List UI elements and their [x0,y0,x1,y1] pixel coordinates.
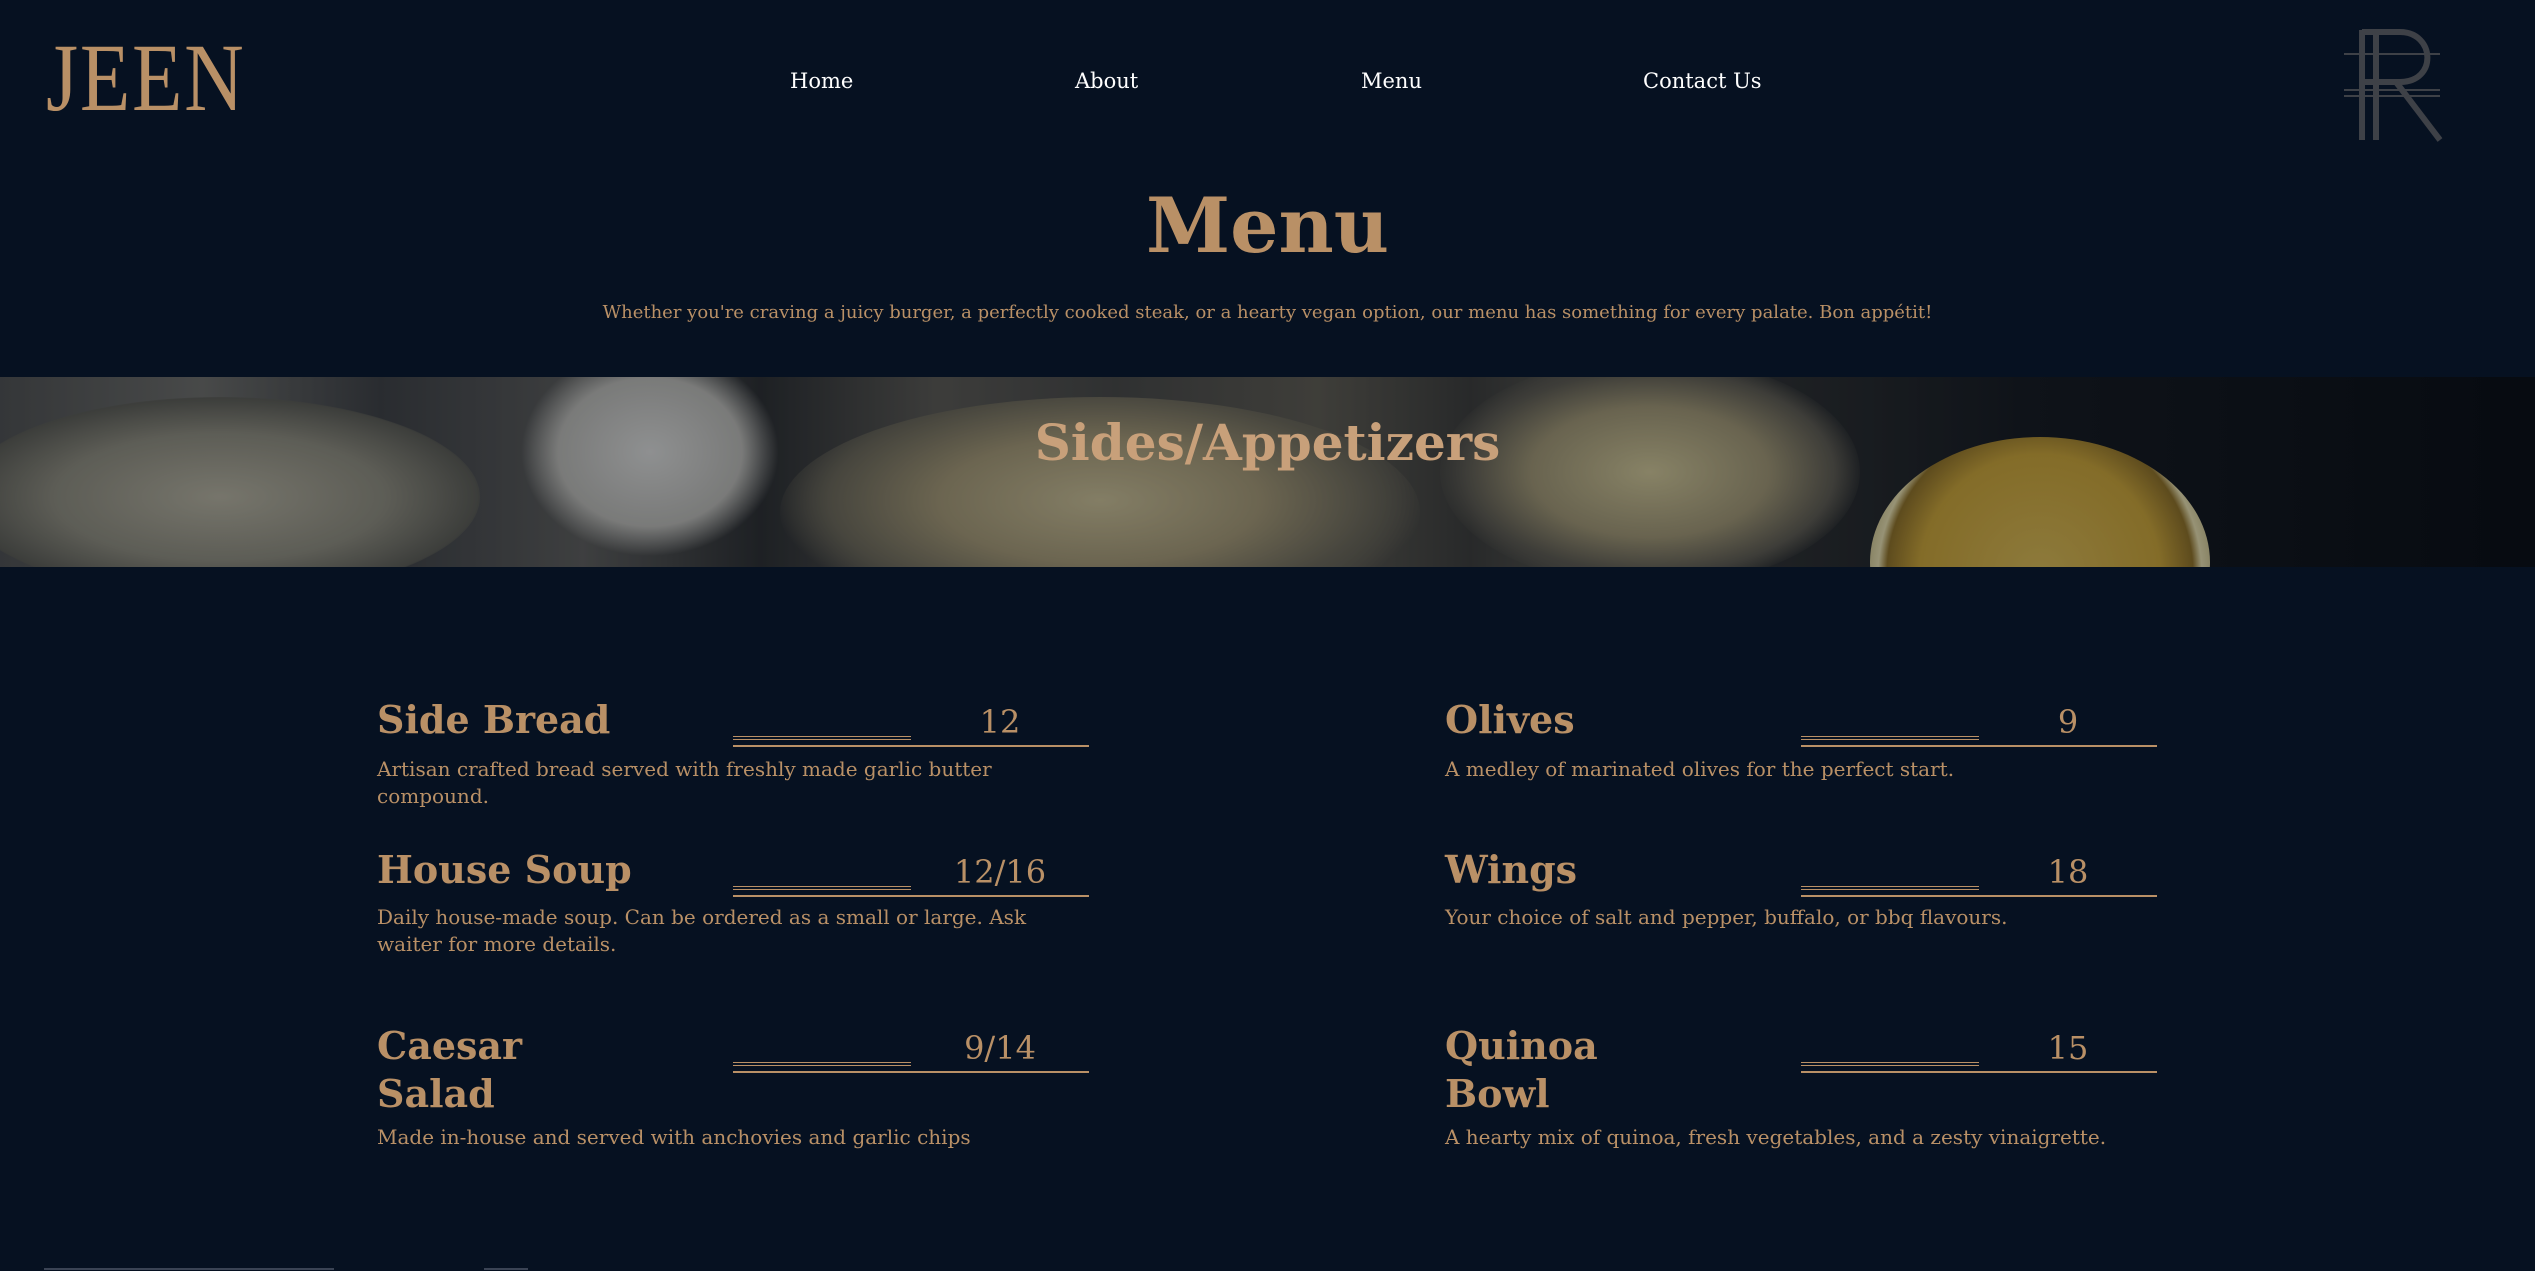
page-subtitle: Whether you're craving a juicy burger, a… [602,302,1933,323]
nav-about-link[interactable]: About [1075,69,1138,93]
menu-item-price: 9/14 [964,1029,1036,1067]
menu-item-rule [1801,1062,1979,1066]
menu-item-name: House Soup [377,847,632,892]
nav-home-link[interactable]: Home [790,69,853,93]
menu-item-rule [1801,886,1979,890]
menu-item-name: Side Bread [377,697,611,742]
menu-item-description: Artisan crafted bread served with freshl… [377,757,992,808]
banner-overlay [0,377,2535,567]
menu-item-description: Your choice of salt and pepper, buffalo,… [1445,905,2008,929]
footer-divider [484,1268,528,1270]
menu-item-price: 12/16 [953,853,1047,891]
menu-item-name: Caesar Salad [377,1023,523,1116]
menu-item-description: Made in-house and served with anchovies … [377,1125,971,1149]
main-nav: Home About Menu Contact Us [0,69,2535,99]
monogram-r-icon [2344,29,2443,142]
menu-item-price-rule [733,895,1089,897]
menu-item-rule [733,736,911,740]
menu-item-price-rule [1801,745,2157,747]
menu-item-price: 12 [979,703,1021,741]
section-banner: Sides/Appetizers [0,377,2535,567]
menu-item-name: Wings [1445,847,1578,892]
menu-item-rule [1801,736,1979,740]
menu-item-price-rule [733,1071,1089,1073]
menu-item-price-rule [1801,1071,2157,1073]
menu-item-price-rule [1801,895,2157,897]
menu-item-description: A medley of marinated olives for the per… [1445,757,1955,781]
menu-item-price-rule [733,745,1089,747]
nav-contact-link[interactable]: Contact Us [1643,69,1762,93]
menu-item-rule [733,1062,911,1066]
menu-item-name: Quinoa Bowl [1445,1023,1598,1116]
menu-item-rule [733,886,911,890]
menu-item-price: 15 [2047,1029,2089,1067]
menu-item-description: Daily house-made soup. Can be ordered as… [377,905,1027,956]
footer-divider [44,1268,334,1270]
section-title: Sides/Appetizers [1034,413,1501,472]
page-title: Menu [1146,181,1389,270]
menu-item-name: Olives [1445,697,1575,742]
menu-page: JEEN Home About Menu Contact Us Menu Whe… [0,0,2535,1271]
nav-menu-link[interactable]: Menu [1361,69,1422,93]
menu-item-price: 18 [2047,853,2089,891]
menu-item-description: A hearty mix of quinoa, fresh vegetables… [1445,1125,2107,1149]
menu-item-price: 9 [2057,703,2079,741]
